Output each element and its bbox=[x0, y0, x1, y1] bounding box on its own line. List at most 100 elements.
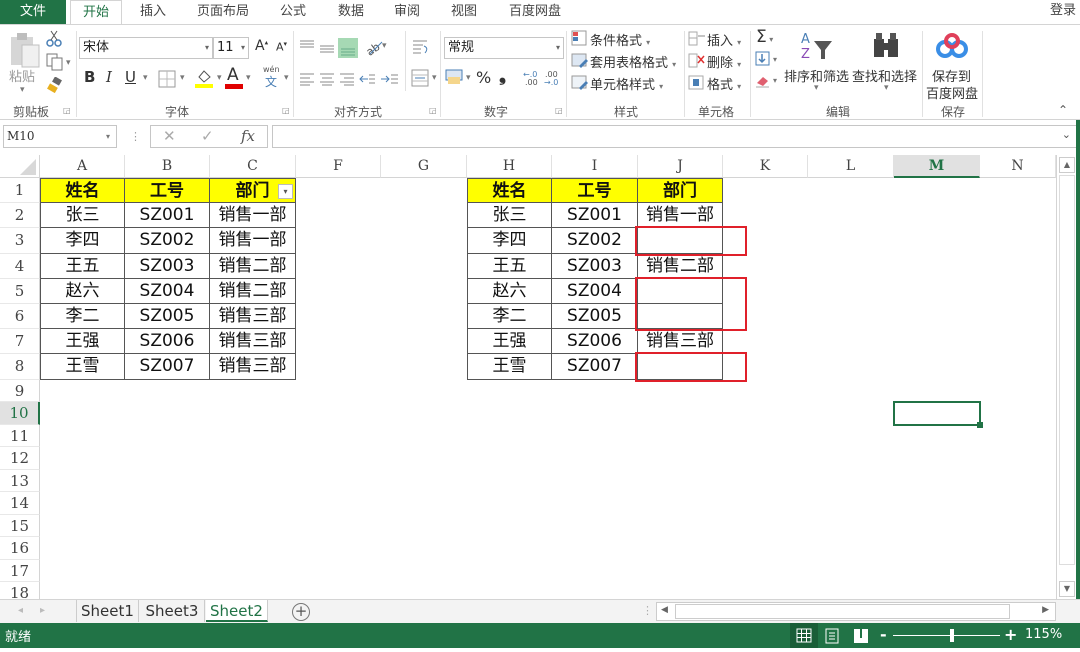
horizontal-align-icons[interactable] bbox=[298, 70, 403, 88]
format-painter-icon[interactable] bbox=[47, 77, 63, 93]
tab-baidu-netdisk[interactable]: 百度网盘 bbox=[500, 0, 570, 24]
row-header-15[interactable]: 15 bbox=[0, 514, 40, 538]
row-header-12[interactable]: 12 bbox=[0, 447, 40, 470]
horizontal-scroll-thumb[interactable] bbox=[675, 604, 1010, 619]
format-cells-icon[interactable] bbox=[688, 75, 706, 91]
row-header-1[interactable]: 1 bbox=[0, 178, 40, 204]
row-header-2[interactable]: 2 bbox=[0, 203, 40, 229]
column-header-b[interactable]: B bbox=[125, 155, 210, 178]
tab-insert[interactable]: 插入 bbox=[130, 0, 176, 24]
tab-review[interactable]: 审阅 bbox=[385, 0, 429, 24]
vertical-scroll-thumb[interactable] bbox=[1059, 175, 1075, 565]
paste-dropdown-icon[interactable]: ▾ bbox=[20, 85, 25, 95]
merge-center-icon[interactable] bbox=[411, 69, 431, 89]
left-table-cell[interactable]: 销售一部 bbox=[210, 203, 296, 229]
italic-button[interactable]: I bbox=[106, 68, 112, 86]
page-break-view-icon[interactable] bbox=[853, 628, 869, 644]
zoom-slider-thumb[interactable] bbox=[949, 629, 954, 642]
conditional-format-icon[interactable] bbox=[571, 30, 589, 48]
right-table-cell[interactable]: 张三 bbox=[467, 203, 552, 229]
sheet-tab-sheet3[interactable]: Sheet3 bbox=[140, 600, 205, 622]
row-header-10[interactable]: 10 bbox=[0, 402, 40, 425]
tab-file[interactable]: 文件 bbox=[0, 0, 66, 24]
font-color-button[interactable]: A bbox=[227, 65, 239, 85]
column-header-a[interactable]: A bbox=[40, 155, 125, 178]
name-box[interactable]: M10 ▾ bbox=[3, 125, 117, 148]
tab-formulas[interactable]: 公式 bbox=[271, 0, 315, 24]
left-table-cell[interactable]: 王五 bbox=[40, 253, 125, 279]
row-header-8[interactable]: 8 bbox=[0, 354, 40, 380]
grow-font-button[interactable]: A▴ bbox=[255, 38, 268, 54]
left-table-cell[interactable]: 李四 bbox=[40, 228, 125, 254]
left-table-cell[interactable]: 销售二部 bbox=[210, 253, 296, 279]
column-header-m[interactable]: M bbox=[894, 155, 980, 178]
scroll-right-button[interactable]: ▶ bbox=[1042, 605, 1049, 615]
left-table-cell[interactable]: SZ004 bbox=[125, 278, 210, 304]
row-header-16[interactable]: 16 bbox=[0, 537, 40, 560]
normal-view-button[interactable] bbox=[790, 623, 818, 648]
right-table-cell[interactable]: SZ006 bbox=[552, 329, 638, 355]
column-header-l[interactable]: L bbox=[808, 155, 894, 178]
left-table-cell[interactable]: 李二 bbox=[40, 304, 125, 330]
vertical-scrollbar[interactable]: ▲ ▼ bbox=[1056, 155, 1076, 599]
baidu-netdisk-icon[interactable] bbox=[935, 33, 969, 59]
wrap-text-icon[interactable] bbox=[411, 38, 431, 58]
row-header-4[interactable]: 4 bbox=[0, 253, 40, 279]
orientation-dropdown-icon[interactable]: ▾ bbox=[382, 41, 387, 51]
right-table-cell[interactable]: 销售二部 bbox=[638, 253, 723, 279]
right-table-cell[interactable]: 李四 bbox=[467, 228, 552, 254]
conditional-format-button[interactable]: 条件格式 ▾ bbox=[590, 30, 650, 49]
row-header-11[interactable]: 11 bbox=[0, 424, 40, 448]
cut-icon[interactable] bbox=[46, 30, 62, 48]
next-sheet-button[interactable]: ▸ bbox=[40, 605, 45, 616]
left-table-cell[interactable]: 销售三部 bbox=[210, 354, 296, 380]
right-table-cell[interactable]: SZ007 bbox=[552, 354, 638, 380]
row-header-17[interactable]: 17 bbox=[0, 559, 40, 583]
font-size-select[interactable]: 11 ▾ bbox=[213, 37, 249, 59]
left-table-cell[interactable]: 王雪 bbox=[40, 354, 125, 380]
left-table-cell[interactable]: SZ001 bbox=[125, 203, 210, 229]
row-header-13[interactable]: 13 bbox=[0, 469, 40, 493]
phonetic-icon[interactable]: 文 bbox=[265, 73, 277, 90]
cell-styles-icon[interactable] bbox=[571, 74, 589, 92]
left-table-cell[interactable]: 销售一部 bbox=[210, 228, 296, 254]
scroll-up-button[interactable]: ▲ bbox=[1059, 157, 1075, 173]
collapse-ribbon-icon[interactable]: ⌃ bbox=[1058, 103, 1068, 117]
right-table-cell[interactable]: 销售三部 bbox=[638, 329, 723, 355]
clipboard-launcher-icon[interactable]: ◲ bbox=[63, 106, 71, 115]
left-table-cell[interactable]: 赵六 bbox=[40, 278, 125, 304]
cell-styles-button[interactable]: 单元格样式 ▾ bbox=[590, 74, 663, 93]
autosum-button[interactable]: Σ ▾ bbox=[756, 27, 773, 47]
bold-button[interactable]: B bbox=[84, 68, 95, 86]
active-cell-m10[interactable] bbox=[893, 401, 981, 426]
scroll-down-button[interactable]: ▼ bbox=[1059, 581, 1075, 597]
font-color-dropdown-icon[interactable]: ▾ bbox=[246, 73, 251, 83]
right-table-cell[interactable]: SZ005 bbox=[552, 304, 638, 330]
tab-data[interactable]: 数据 bbox=[329, 0, 373, 24]
format-cells-button[interactable]: 格式 ▾ bbox=[707, 74, 741, 93]
enter-formula-button[interactable]: ✓ bbox=[201, 127, 214, 145]
column-header-g[interactable]: G bbox=[381, 155, 467, 178]
format-as-table-button[interactable]: 套用表格格式 ▾ bbox=[590, 52, 676, 71]
format-as-table-icon[interactable] bbox=[571, 52, 589, 70]
column-header-h[interactable]: H bbox=[467, 155, 552, 178]
left-table-header-cell[interactable]: 姓名 bbox=[40, 178, 125, 204]
find-select-icon[interactable] bbox=[871, 31, 901, 59]
right-table-header-cell[interactable]: 工号 bbox=[552, 178, 638, 204]
filter-dropdown-button[interactable]: ▾ bbox=[278, 184, 293, 199]
right-table-cell[interactable]: SZ003 bbox=[552, 253, 638, 279]
save-to-netdisk-button-line2[interactable]: 百度网盘 bbox=[926, 83, 978, 102]
comma-button[interactable]: ❟ bbox=[499, 65, 506, 86]
left-table-header-cell[interactable]: 工号 bbox=[125, 178, 210, 204]
tab-splitter[interactable]: ⋮ bbox=[642, 604, 653, 617]
right-table-cell[interactable]: 王五 bbox=[467, 253, 552, 279]
left-table-cell[interactable]: 张三 bbox=[40, 203, 125, 229]
left-table-cell[interactable]: 王强 bbox=[40, 329, 125, 355]
row-header-9[interactable]: 9 bbox=[0, 379, 40, 403]
paste-button[interactable]: 粘贴 bbox=[9, 66, 35, 85]
zoom-level[interactable]: 115% bbox=[1025, 627, 1062, 642]
number-launcher-icon[interactable]: ◲ bbox=[555, 106, 563, 115]
left-table-cell[interactable]: SZ005 bbox=[125, 304, 210, 330]
merge-dropdown-icon[interactable]: ▾ bbox=[432, 73, 437, 83]
vertical-align-icons[interactable] bbox=[298, 37, 358, 59]
